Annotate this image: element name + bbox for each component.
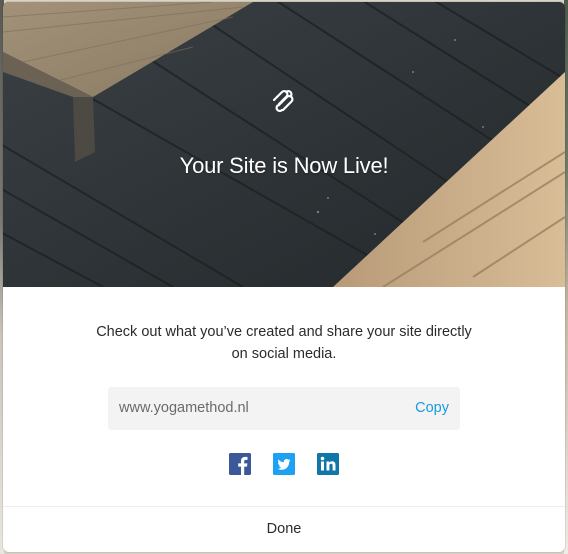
- site-live-modal: Your Site is Now Live! Check out what yo…: [3, 2, 565, 552]
- squarespace-logo-icon: [272, 89, 294, 113]
- twitter-icon[interactable]: [273, 453, 295, 475]
- wooden-deck-photo: [3, 2, 565, 287]
- done-button[interactable]: Done: [3, 507, 565, 552]
- linkedin-icon[interactable]: [317, 453, 339, 475]
- copy-url-button[interactable]: Copy: [415, 400, 449, 416]
- share-description: Check out what you’ve created and share …: [96, 324, 472, 362]
- site-url-text[interactable]: www.yogamethod.nl: [119, 400, 249, 416]
- hero-image: Your Site is Now Live!: [3, 2, 565, 287]
- facebook-icon[interactable]: [229, 453, 251, 475]
- site-url-box: www.yogamethod.nl Copy: [108, 387, 460, 430]
- hero-title: Your Site is Now Live!: [179, 153, 389, 178]
